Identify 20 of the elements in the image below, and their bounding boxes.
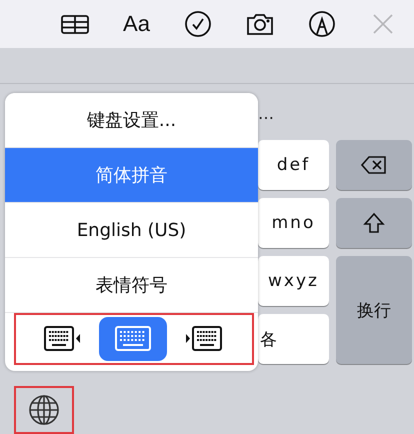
shift-key[interactable] <box>336 198 412 248</box>
keyboard-icon <box>113 326 153 352</box>
checkmark-circle-icon <box>184 10 212 38</box>
key[interactable]: 各 <box>258 314 329 364</box>
menu-item[interactable]: English (US) <box>5 203 258 258</box>
delete-key[interactable] <box>336 140 412 190</box>
key[interactable]: mno <box>258 198 329 248</box>
menu-item[interactable]: 简体拼音 <box>5 148 258 203</box>
backspace-icon <box>361 155 387 175</box>
text-format-button[interactable]: Aa <box>106 4 168 44</box>
menu-item[interactable]: 表情符号 <box>5 258 258 313</box>
key[interactable]: wxyz <box>258 256 329 306</box>
pen-tip-circle-icon <box>308 10 336 38</box>
globe-icon <box>28 394 60 426</box>
globe-key[interactable] <box>14 386 74 434</box>
return-key[interactable]: 换行 <box>336 256 412 364</box>
candidate-text[interactable]: … <box>258 104 274 122</box>
key[interactable]: def <box>258 140 329 190</box>
menu-item[interactable]: 键盘设置... <box>5 93 258 148</box>
shift-arrow-icon <box>363 212 385 234</box>
